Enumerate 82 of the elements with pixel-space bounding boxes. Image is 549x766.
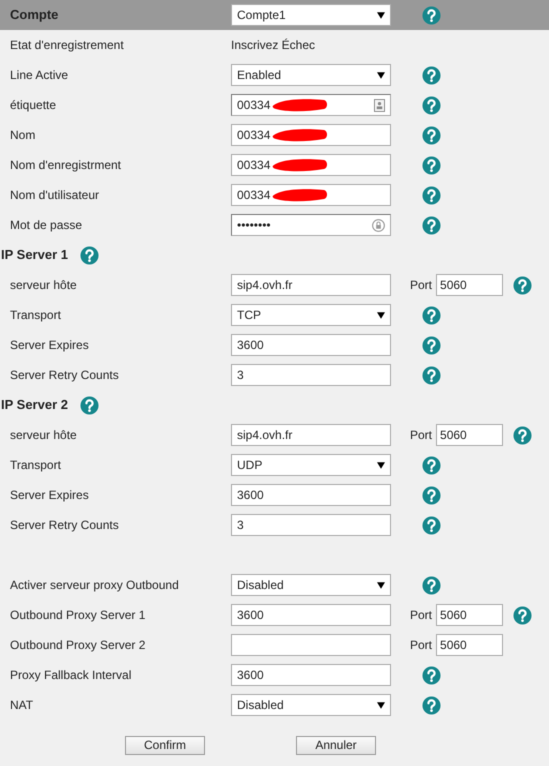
field-label: NAT: [9, 697, 34, 714]
cancel-button[interactable]: Annuler: [296, 736, 376, 755]
section-heading: IP Server 1: [1, 246, 68, 264]
help-icon[interactable]: [422, 576, 441, 594]
port-label: Port: [410, 277, 432, 294]
port-field[interactable]: 5060: [436, 604, 504, 626]
input-field[interactable]: [231, 634, 391, 656]
input-field[interactable]: 00334: [231, 184, 391, 206]
password-field[interactable]: ••••••••: [231, 214, 391, 236]
field-label: Nom d'enregistrment: [9, 157, 122, 174]
help-icon[interactable]: [422, 126, 441, 144]
help-icon[interactable]: [422, 456, 441, 474]
field-label: Server Expires: [9, 487, 90, 504]
port-label: Port: [410, 607, 432, 624]
caret-icon: [377, 582, 385, 588]
input-field[interactable]: 00334: [231, 94, 391, 116]
caret-icon: [377, 312, 385, 318]
section-heading: IP Server 2: [1, 396, 68, 414]
help-icon[interactable]: [513, 606, 532, 624]
help-icon[interactable]: [422, 186, 441, 204]
select-field[interactable]: Enabled: [231, 64, 391, 86]
field-label: serveur hôte: [9, 277, 78, 294]
field-label: Server Expires: [9, 337, 90, 354]
help-icon[interactable]: [422, 6, 441, 24]
input-field[interactable]: 3600: [231, 664, 391, 686]
field-label: Outbound Proxy Server 2: [9, 637, 146, 654]
input-field[interactable]: 00334: [231, 154, 391, 176]
lock-icon: [372, 218, 385, 232]
field-label: Etat d'enregistrement: [9, 37, 125, 54]
input-field[interactable]: 3: [231, 364, 391, 386]
field-label: Server Retry Counts: [9, 367, 120, 384]
field-label: serveur hôte: [9, 427, 78, 444]
help-icon[interactable]: [422, 666, 441, 684]
select-field[interactable]: UDP: [231, 454, 391, 476]
confirm-button[interactable]: Confirm: [125, 736, 205, 755]
input-field[interactable]: 3: [231, 514, 391, 536]
field-label: Transport: [9, 457, 62, 474]
port-field[interactable]: 5060: [436, 424, 504, 446]
help-icon[interactable]: [422, 156, 441, 174]
help-icon[interactable]: [422, 96, 441, 114]
help-icon[interactable]: [422, 516, 441, 534]
help-icon[interactable]: [80, 396, 99, 414]
port-field[interactable]: 5060: [436, 274, 504, 296]
input-field[interactable]: 3600: [231, 484, 391, 506]
field-label: étiquette: [9, 97, 58, 114]
field-label: Outbound Proxy Server 1: [9, 607, 146, 624]
input-field[interactable]: 00334: [231, 124, 391, 146]
field-label: Nom d'utilisateur: [9, 187, 100, 204]
help-icon[interactable]: [422, 336, 441, 354]
caret-icon: [377, 462, 385, 468]
field-label: Transport: [9, 307, 62, 324]
help-icon[interactable]: [422, 696, 441, 714]
caret-icon: [377, 702, 385, 708]
help-icon[interactable]: [422, 306, 441, 324]
port-label: Port: [410, 427, 432, 444]
select-field[interactable]: Compte1: [231, 4, 391, 26]
help-icon[interactable]: [422, 366, 441, 384]
caret-icon: [377, 72, 385, 78]
help-icon[interactable]: [422, 486, 441, 504]
input-field[interactable]: 3600: [231, 334, 391, 356]
field-label: Server Retry Counts: [9, 517, 120, 534]
field-label: Compte: [9, 6, 60, 24]
input-field[interactable]: sip4.ovh.fr: [231, 274, 391, 296]
help-icon[interactable]: [422, 66, 441, 84]
input-field[interactable]: sip4.ovh.fr: [231, 424, 391, 446]
select-field[interactable]: Disabled: [231, 694, 391, 716]
select-field[interactable]: Disabled: [231, 574, 391, 596]
select-field[interactable]: TCP: [231, 304, 391, 326]
status-text: Inscrivez Échec: [231, 37, 316, 54]
help-icon[interactable]: [513, 426, 532, 444]
caret-icon: [377, 12, 385, 18]
input-field[interactable]: 3600: [231, 604, 391, 626]
port-label: Port: [410, 637, 432, 654]
field-label: Nom: [9, 127, 36, 144]
field-label: Line Active: [9, 67, 70, 84]
help-icon[interactable]: [80, 246, 99, 264]
field-label: Mot de passe: [9, 217, 84, 234]
help-icon[interactable]: [422, 216, 441, 234]
field-label: Proxy Fallback Interval: [9, 667, 132, 684]
field-label: Activer serveur proxy Outbound: [9, 577, 180, 594]
help-icon[interactable]: [513, 276, 532, 294]
port-field[interactable]: 5060: [436, 634, 504, 656]
